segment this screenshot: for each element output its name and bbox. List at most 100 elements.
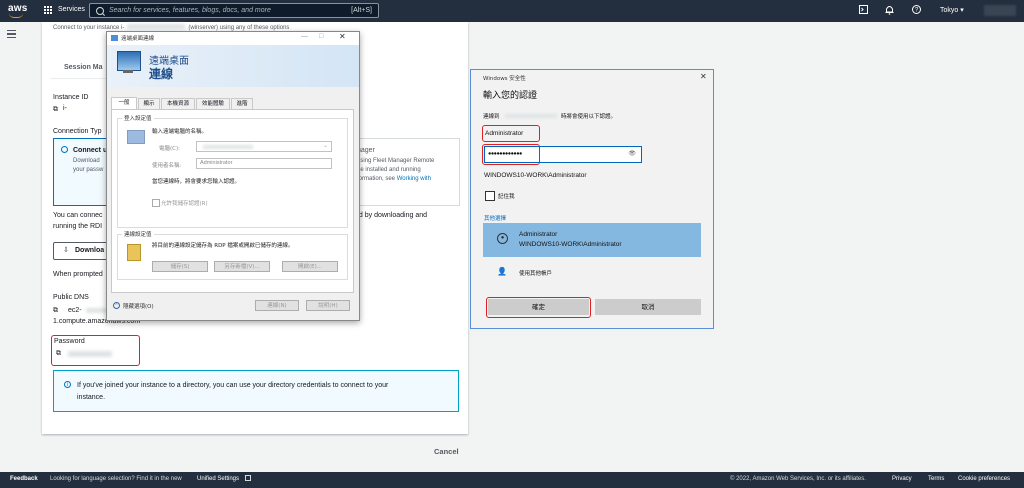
rdp-banner-line2: 連線: [149, 67, 174, 81]
copy-icon[interactable]: ⧉: [53, 105, 58, 114]
ok-button[interactable]: 確定: [488, 299, 589, 315]
rdp-paragraph-2: running the RDI: [53, 223, 103, 230]
region-selector[interactable]: Tokyo ▾: [940, 6, 964, 14]
option-desc-2: your passw: [73, 167, 104, 173]
login-settings-group: 登入設定值 輸入遠端電腦的名稱。 電腦(C): ⌄ 使用者名稱: Adminis…: [117, 114, 348, 228]
bell-icon[interactable]: [885, 5, 894, 18]
services-grid-icon[interactable]: [44, 6, 53, 15]
privacy-link[interactable]: Privacy: [892, 476, 912, 482]
account-option-other[interactable]: 👤 使用其他帳戶: [483, 261, 701, 285]
top-navigation-bar: aws Services Search for services, featur…: [0, 0, 1024, 22]
user-icon: 👤: [497, 267, 507, 276]
chevron-up-icon[interactable]: ⌃: [113, 302, 120, 309]
open-button[interactable]: 開啟(E)...: [282, 261, 338, 272]
winsec-close-button[interactable]: ✕: [700, 72, 707, 81]
monitor-stand-icon: [123, 70, 133, 73]
account-menu[interactable]: [984, 5, 1016, 16]
save-as-button[interactable]: 另存新檔(V)...: [214, 261, 270, 272]
winsec-title: Windows 安全性: [483, 76, 526, 82]
account-option-administrator[interactable]: ● Administrator WINDOWS10-WORK\Administr…: [483, 223, 701, 257]
public-dns-label: Public DNS: [53, 294, 89, 301]
connection-option-rdp-client[interactable]: Connect u Download your passw: [53, 138, 109, 206]
winsec-host-redacted: [505, 114, 557, 118]
terms-link[interactable]: Terms: [928, 476, 944, 482]
info-text-1: If you've joined your instance to a dire…: [77, 382, 389, 389]
info-icon: i: [64, 381, 71, 388]
cookie-preferences-link[interactable]: Cookie preferences: [958, 476, 1010, 482]
download-rdp-button[interactable]: ⇩ Downloa: [53, 242, 109, 260]
rdp-titlebar: 遠端桌面連線 — □ ✕: [107, 32, 359, 45]
computer-icon: [127, 130, 145, 144]
tab-general[interactable]: 一般: [111, 97, 137, 109]
maximize-button[interactable]: □: [319, 33, 323, 40]
fleet-desc-3-text: formation, see: [357, 176, 396, 182]
tab-local-resources[interactable]: 本機資源: [161, 98, 195, 109]
minimize-button[interactable]: —: [301, 33, 308, 40]
fleet-desc-1: asing Fleet Manager Remote: [357, 158, 435, 164]
fleet-link[interactable]: Working with: [397, 176, 431, 182]
monitor-icon: [117, 51, 141, 71]
login-prompt: 輸入遠端電腦的名稱。: [152, 129, 208, 135]
rdp-banner: 遠端桌面 連線: [107, 45, 359, 87]
password-redacted: [68, 351, 112, 357]
allow-save-checkbox[interactable]: [152, 199, 160, 207]
username-label: 使用者名稱:: [152, 163, 182, 169]
aws-smile-icon: [9, 13, 23, 18]
option-desc-1: Download: [73, 158, 100, 164]
cloudshell-icon[interactable]: [859, 5, 868, 17]
reveal-password-icon[interactable]: 👁: [628, 150, 636, 157]
winsec-heading: 輸入您的認證: [483, 91, 538, 101]
services-menu[interactable]: Services: [58, 6, 85, 13]
winsec-subtitle-b: 時將會使用以下認證。: [561, 114, 617, 120]
computer-select[interactable]: ⌄: [196, 141, 332, 152]
side-menu-icon[interactable]: [7, 30, 16, 40]
connect-button[interactable]: 連線(N): [255, 300, 299, 311]
connection-type-label: Connection Typ: [53, 128, 102, 135]
allow-save-label: 允許我儲存認證(R): [161, 201, 208, 207]
computer-value-redacted: [203, 145, 253, 149]
windows-security-dialog: Windows 安全性 ✕ 輸入您的認證 連線到 時將會使用以下認證。 Admi…: [470, 69, 714, 329]
cancel-button[interactable]: Cancel: [434, 447, 459, 456]
instance-id-label: Instance ID: [53, 94, 89, 101]
rdp-paragraph-1b: nd by downloading and: [355, 212, 428, 219]
tab-experience[interactable]: 效能體驗: [196, 98, 230, 109]
hide-options-link[interactable]: 隱藏選項(O): [123, 302, 154, 310]
feedback-link[interactable]: Feedback: [10, 476, 38, 482]
chevron-down-icon: ⌄: [322, 143, 328, 149]
remember-label: 記住我: [498, 194, 515, 200]
username-input[interactable]: Administrator: [196, 158, 332, 169]
download-icon: ⇩: [63, 247, 69, 254]
footer: Feedback Looking for language selection?…: [0, 472, 1024, 488]
close-button[interactable]: ✕: [339, 32, 346, 41]
unified-settings-link[interactable]: Unified Settings: [197, 476, 239, 482]
help-icon[interactable]: ?: [912, 5, 921, 17]
conn-note: 將目前的連線設定儲存為 RDP 檔案或開啟已儲存的連線。: [152, 243, 294, 249]
remote-desktop-dialog: 遠端桌面連線 — □ ✕ 遠端桌面 連線 一般 顯示 本機資源 效能體驗 進階 …: [106, 31, 360, 321]
search-icon: [96, 7, 104, 15]
cancel-dialog-button[interactable]: 取消: [595, 299, 701, 315]
search-input[interactable]: Search for services, features, blogs, do…: [89, 3, 379, 18]
fleet-desc-2: be installed and running: [357, 167, 421, 173]
remember-checkbox[interactable]: [485, 191, 495, 201]
prompt-text: When prompted: [53, 271, 103, 278]
save-button[interactable]: 儲存(S): [152, 261, 208, 272]
option-title: Connect u: [73, 147, 108, 154]
more-choices-link[interactable]: 其他選擇: [484, 214, 506, 222]
help-button[interactable]: 說明(H): [306, 300, 350, 311]
copy-password-icon[interactable]: ⧉: [56, 349, 61, 358]
rdp-paragraph-1: You can connec: [53, 212, 103, 219]
copy-dns-icon[interactable]: ⧉: [53, 306, 58, 315]
winsec-subtitle-a: 連線到: [483, 114, 500, 120]
tab-advanced[interactable]: 進階: [231, 98, 253, 109]
winsec-username[interactable]: Administrator: [485, 130, 523, 137]
language-prompt: Looking for language selection? Find it …: [50, 476, 182, 482]
search-placeholder: Search for services, features, blogs, do…: [109, 7, 271, 14]
instance-id-value: i-: [63, 105, 67, 112]
computer-label: 電腦(C):: [159, 146, 180, 152]
user-avatar-icon: ●: [497, 233, 508, 244]
public-dns-value-1: ec2-: [68, 307, 82, 314]
fleet-desc-3: formation, see Working with: [357, 175, 431, 184]
rdp-window-title: 遠端桌面連線: [121, 36, 155, 42]
tab-session-manager[interactable]: Session Ma: [64, 63, 103, 72]
tab-display[interactable]: 顯示: [138, 98, 160, 109]
